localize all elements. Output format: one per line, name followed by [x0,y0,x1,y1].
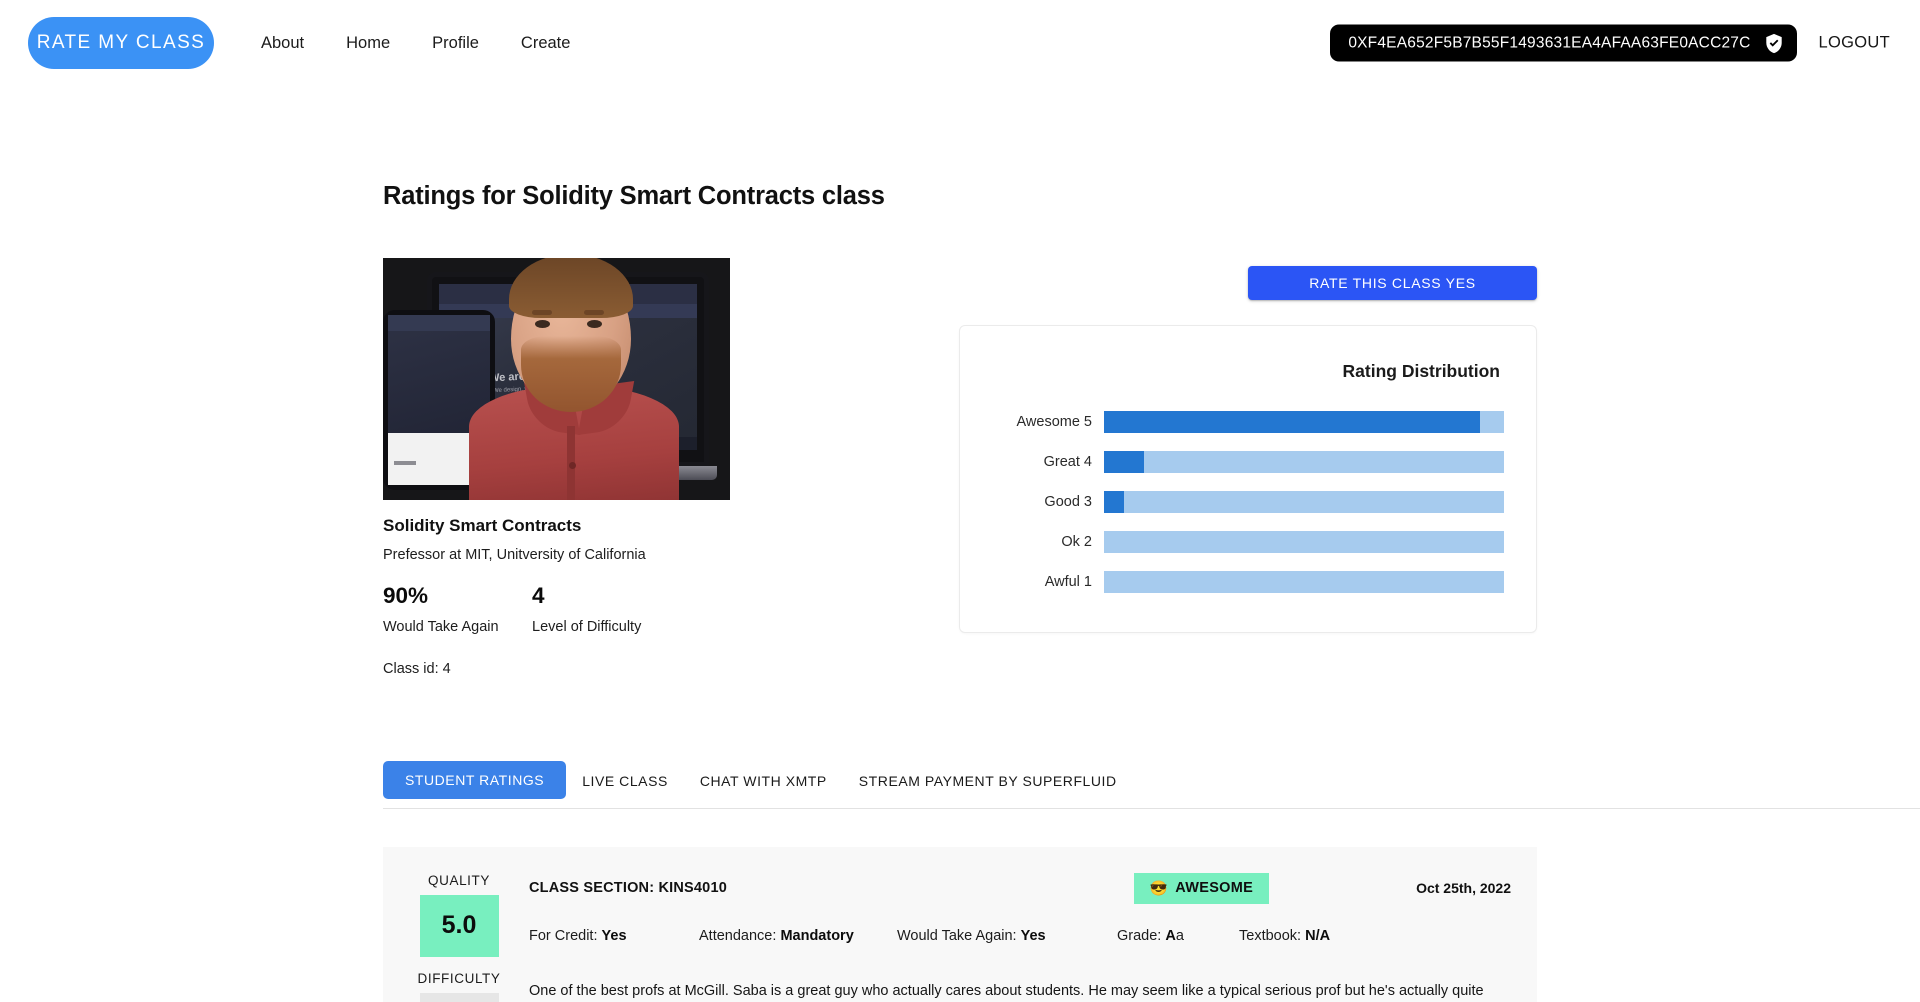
textbook-value: N/A [1305,927,1331,944]
rating-status-label: AWESOME [1175,880,1254,896]
meta-attendance: Attendance: Mandatory [699,928,897,944]
sunglasses-emoji-icon: 😎 [1149,880,1169,897]
chart-bar-row: Ok 2 [986,522,1504,562]
rate-this-class-button[interactable]: RATE THIS CLASS YES [1248,266,1537,300]
chart-column: RATE THIS CLASS YES Rating Distribution … [958,258,1920,633]
photo-person-eye-left [535,320,550,328]
chart-bar-track [1104,411,1504,433]
attendance-value: Mandatory [780,927,854,944]
logo-text: RATE MY CLASS [36,32,206,53]
professor-stats: 90% Would Take Again 4 Level of Difficul… [383,583,958,635]
photo-person-hair [509,258,633,318]
professor-name: Solidity Smart Contracts [383,516,582,535]
professor-column: We are WeDesign! We design, we design an… [383,258,958,677]
site-header: RATE MY CLASS About Home Profile Create … [0,0,1920,86]
page-title: Ratings for Solidity Smart Contracts cla… [383,182,885,210]
chart-bar-fill [1104,491,1124,513]
page-content: Ratings for Solidity Smart Contracts cla… [0,182,1920,1002]
quality-score-column: QUALITY 5.0 [409,873,509,957]
chart-bar-row: Awful 1 [986,562,1504,602]
chart-bar-fill [1104,451,1144,473]
review-wta-label: Would Take Again: [897,927,1017,944]
shield-check-icon [1765,33,1782,53]
difficulty-caption: DIFFICULTY [417,970,501,986]
nav-link-profile[interactable]: Profile [411,28,500,59]
grade-value: A [1165,927,1176,944]
review-date: Oct 25th, 2022 [1416,880,1511,896]
review-wta-value: Yes [1020,927,1046,944]
difficulty-score-column: DIFFICULTY 4.0 [409,971,509,1002]
chart-category-label: Great 4 [1043,454,1092,470]
meta-would-take-again: Would Take Again: Yes [897,928,1117,944]
difficulty-score-box: 4.0 [419,992,499,1002]
photo-phone-textline [394,461,416,465]
quality-score-box: 5.0 [419,894,499,957]
overview-row: We are WeDesign! We design, we design an… [383,258,1920,677]
grade-value-suffix: a [1175,927,1184,944]
level-of-difficulty-value: 4 [532,583,545,608]
nav-link-about[interactable]: About [240,28,325,59]
meta-for-credit: For Credit: Yes [529,928,699,944]
would-take-again-label: Would Take Again [383,618,499,635]
chart-bar-fill [1104,411,1480,433]
chart-title: Rating Distribution [1342,361,1500,381]
chart-category-label: Good 3 [1044,494,1092,510]
wallet-address-text: 0XF4EA652F5B7B55F1493631EA4AFAA63FE0ACC2… [1348,34,1751,51]
chart-bar-row: Great 4 [986,442,1504,482]
logo[interactable]: RATE MY CLASS [28,17,214,69]
would-take-again-value: 90% [383,583,429,608]
chart-bar-track [1104,451,1504,473]
stat-level-of-difficulty: 4 Level of Difficulty [532,583,642,635]
rating-distribution-card: Rating Distribution Awesome 5 Great 4 Go… [959,325,1537,633]
photo-person-eye-right [587,320,602,328]
class-id-text: Class id: 4 [383,660,451,677]
rating-details: CLASS SECTION: KINS4010 😎 AWESOME Oct 25… [509,872,1511,944]
chart-category-label: Awesome 5 [1016,414,1093,430]
photo-phone-bar [388,315,490,331]
main-nav: About Home Profile Create [240,28,591,59]
chart-bar-row: Awesome 5 [986,402,1504,442]
attendance-label: Attendance: [699,927,777,944]
chart-bar-row: Good 3 [986,482,1504,522]
content-tabs: STUDENT RATINGS LIVE CLASS CHAT WITH XMT… [383,760,1920,809]
grade-label: Grade: [1117,927,1162,944]
chart-bar-track [1104,491,1504,513]
rating-header-row: QUALITY 5.0 CLASS SECTION: KINS4010 😎 AW… [409,872,1511,957]
rating-status-badge: 😎 AWESOME [1133,872,1270,904]
textbook-label: Textbook: [1239,927,1302,944]
wallet-address-chip[interactable]: 0XF4EA652F5B7B55F1493631EA4AFAA63FE0ACC2… [1330,24,1797,62]
quality-caption: QUALITY [428,872,490,888]
chart-category-label: Awful 1 [1044,574,1092,590]
student-rating-card: QUALITY 5.0 CLASS SECTION: KINS4010 😎 AW… [383,846,1537,1002]
rating-meta-row: For Credit: Yes Attendance: Mandatory Wo… [529,928,1511,944]
rating-summary-row: CLASS SECTION: KINS4010 😎 AWESOME Oct 25… [529,872,1511,904]
header-right-group: 0XF4EA652F5B7B55F1493631EA4AFAA63FE0ACC2… [1330,24,1894,62]
tab-stream-payment-by-superfluid[interactable]: STREAM PAYMENT BY SUPERFLUID [843,763,1133,799]
professor-subtitle: Prefessor at MIT, Unitversity of Califor… [383,547,646,563]
tab-live-class[interactable]: LIVE CLASS [566,763,684,799]
nav-link-home[interactable]: Home [325,28,411,59]
professor-photo: We are WeDesign! We design, we design an… [383,258,730,500]
review-comment-text: One of the best profs at McGill. Saba is… [529,982,1484,999]
meta-grade: Grade: Aa [1117,928,1239,944]
chart-bar-track [1104,571,1504,593]
chart-category-label: Ok 2 [1061,534,1092,550]
tab-chat-with-xmtp[interactable]: CHAT WITH XMTP [684,763,843,799]
level-of-difficulty-label: Level of Difficulty [532,618,642,635]
logout-button[interactable]: LOGOUT [1815,30,1894,57]
for-credit-label: For Credit: [529,927,598,944]
nav-link-create[interactable]: Create [500,28,592,59]
photo-person-brow-right [584,310,604,315]
chart-bar-track [1104,531,1504,553]
for-credit-value: Yes [601,927,627,944]
tab-student-ratings[interactable]: STUDENT RATINGS [383,760,567,799]
stat-would-take-again: 90% Would Take Again [383,583,532,635]
rating-body-row: DIFFICULTY 4.0 One of the best profs at … [409,971,1511,1002]
photo-person-brow-left [532,310,552,315]
photo-person-button [569,462,576,469]
class-section-text: CLASS SECTION: KINS4010 [529,880,727,896]
meta-textbook: Textbook: N/A [1239,928,1330,944]
